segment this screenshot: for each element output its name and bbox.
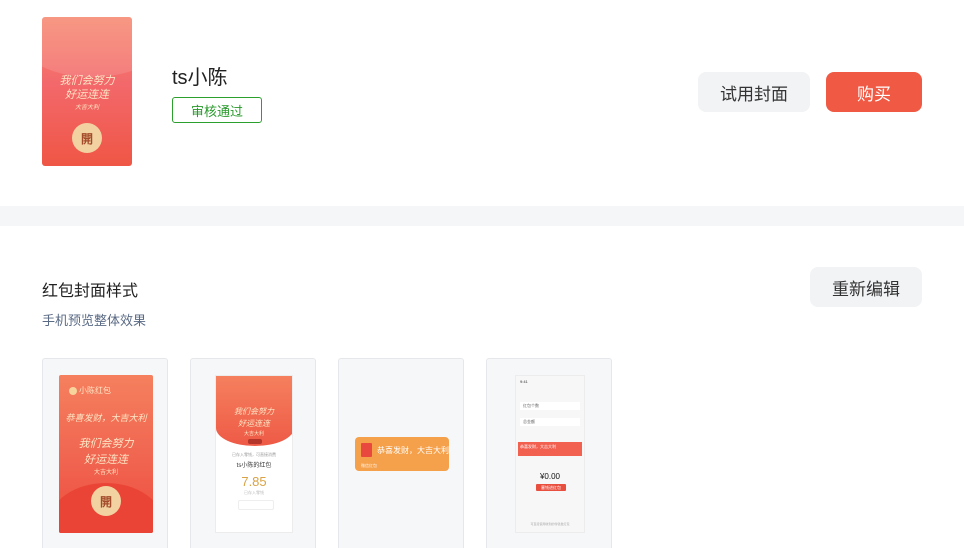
section-title: 红包封面样式 xyxy=(42,283,139,300)
cover-line-2: 好运连连 xyxy=(65,88,109,101)
opened-amount: 7.85 xyxy=(241,474,267,489)
envelope-brand-text: 小陈红包 xyxy=(79,386,111,395)
brand-logo-icon xyxy=(69,386,77,395)
re-edit-button[interactable]: 重新编辑 xyxy=(810,267,922,307)
bubble-text: 恭喜发财，大吉大利 xyxy=(377,446,449,455)
buy-button[interactable]: 购买 xyxy=(826,72,922,112)
preview-chat-bubble[interactable]: 恭喜发财，大吉大利 微信红包 xyxy=(338,358,464,548)
opened-envelope: 我们会努力 好运连连 大吉大利 已存入零钱，可直接消费 ts小陈的红包 7.85… xyxy=(215,375,293,533)
try-cover-button[interactable]: 试用封面 xyxy=(698,72,810,112)
preview-envelope[interactable]: 小陈红包 恭喜发财，大吉大利 我们会努力 好运连连 大吉大利 開 xyxy=(42,358,168,548)
envelope-wish: 恭喜发财，大吉大利 xyxy=(65,414,147,424)
cover-summary-card: 我们会努力 好运连连 大吉大利 開 ts小陈 审核通过 试用封面 购买 xyxy=(0,0,964,206)
open-seal-icon: 開 xyxy=(91,486,121,516)
envelope-brand: 小陈红包 xyxy=(69,385,111,396)
phone-status-time: 9:41 xyxy=(520,379,528,384)
cover-thumbnail: 我们会努力 好运连连 大吉大利 開 xyxy=(42,17,132,166)
red-packet-icon xyxy=(361,443,372,457)
bubble-footer: 微信红包 xyxy=(361,463,377,468)
envelope-line-3: 大吉大利 xyxy=(93,470,118,476)
cover-name: ts小陈 xyxy=(172,67,228,89)
envelope-line-1: 我们会努力 xyxy=(78,437,134,450)
preview-send-page[interactable]: 9:41 红包个数 总金额 恭喜发财，大吉大利 ¥0.00 塞钱进红包 可直接使… xyxy=(486,358,612,548)
phone-row-total: 总金额 xyxy=(520,418,580,426)
open-seal-icon: 開 xyxy=(72,123,102,153)
opened-line-1: 我们会努力 xyxy=(234,407,274,416)
opened-line-2: 好运连连 xyxy=(238,419,270,428)
chat-bubble: 恭喜发财，大吉大利 微信红包 xyxy=(355,437,449,471)
opened-pay-note: 已存入零钱 xyxy=(244,490,264,495)
phone-row-count: 红包个数 xyxy=(520,402,580,410)
cover-line-1: 我们会努力 xyxy=(59,74,115,87)
envelope-front: 小陈红包 恭喜发财，大吉大利 我们会努力 好运连连 大吉大利 開 xyxy=(59,375,153,533)
preview-opened[interactable]: 我们会努力 好运连连 大吉大利 已存入零钱，可直接消费 ts小陈的红包 7.85… xyxy=(190,358,316,548)
section-subtitle: 手机预览整体效果 xyxy=(42,313,147,328)
envelope-line-2: 好运连连 xyxy=(84,453,128,466)
phone-amount: ¥0.00 xyxy=(539,472,561,481)
opened-line-3: 大吉大利 xyxy=(243,431,264,437)
phone-send-page: 9:41 红包个数 总金额 恭喜发财，大吉大利 ¥0.00 塞钱进红包 可直接使… xyxy=(515,375,585,533)
cover-line-3: 大吉大利 xyxy=(74,104,99,111)
opened-reply-bar xyxy=(238,500,274,510)
opened-pill xyxy=(248,439,262,444)
review-status-badge: 审核通过 xyxy=(172,97,262,123)
phone-cover-preview: 恭喜发财，大吉大利 xyxy=(518,442,582,456)
opened-sender: ts小陈的红包 xyxy=(236,463,272,469)
phone-send-button: 塞钱进红包 xyxy=(536,484,566,491)
phone-footer: 可直接使用收到的零钱发红包 xyxy=(530,522,570,526)
opened-hint: 已存入零钱，可直接消费 xyxy=(232,452,276,457)
